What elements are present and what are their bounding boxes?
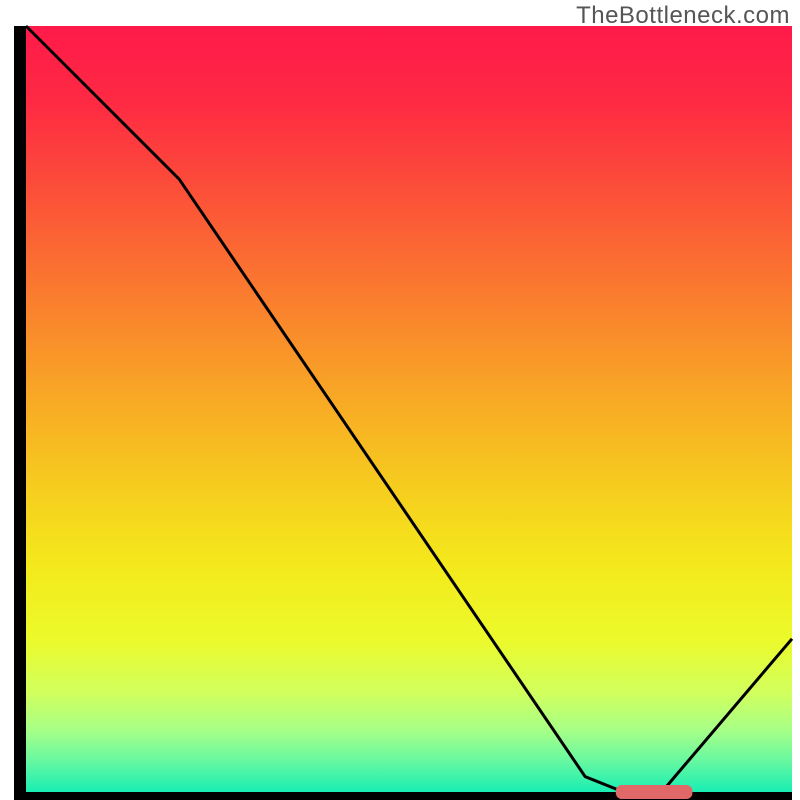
chart-svg xyxy=(0,0,800,800)
chart-stage: TheBottleneck.com xyxy=(0,0,800,800)
optimal-range-marker xyxy=(616,785,693,799)
